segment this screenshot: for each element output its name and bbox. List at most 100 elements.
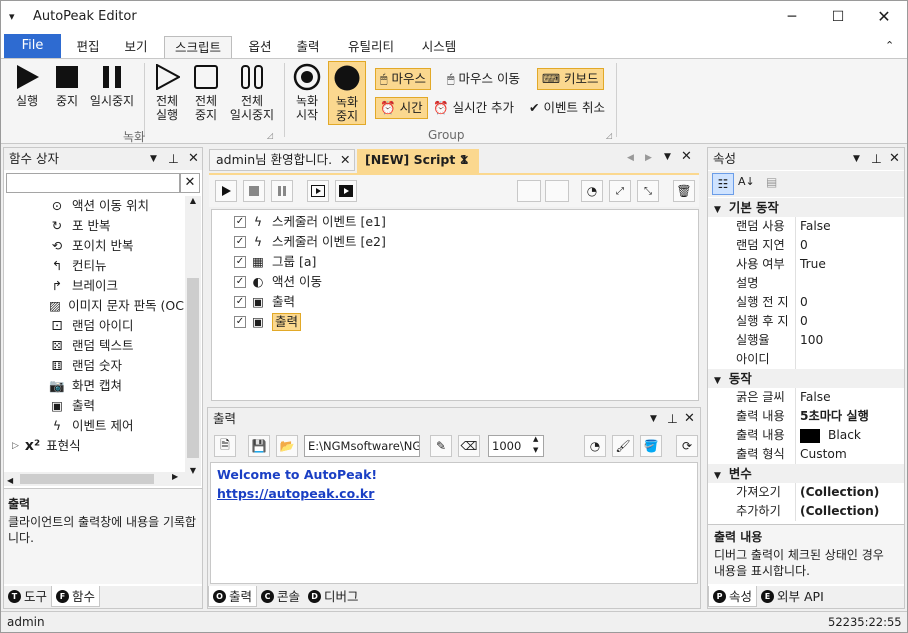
tab-file[interactable]: File bbox=[4, 34, 61, 59]
run-from-icon[interactable] bbox=[335, 180, 357, 202]
record-stop-button[interactable]: 녹화 중지 bbox=[328, 61, 366, 125]
dropdown-icon[interactable]: ▼ bbox=[664, 152, 671, 162]
property-row[interactable]: 출력 내용 5초마다 실행 bbox=[708, 407, 904, 426]
pause-all-button[interactable]: 전체 일시중지 bbox=[227, 63, 277, 122]
collapse-ribbon-icon[interactable]: ⌃ bbox=[885, 39, 894, 52]
line-limit-stepper[interactable]: 1000 ▲ ▼ bbox=[488, 435, 544, 457]
dropdown-icon[interactable]: ▼ bbox=[853, 148, 860, 170]
close-icon[interactable]: ✕ bbox=[188, 148, 199, 170]
tab-utility[interactable]: 유틸리티 bbox=[335, 36, 407, 59]
property-category[interactable]: ▼ 동작 bbox=[708, 369, 904, 388]
output-path-field[interactable]: E:\NGMsoftware\NG bbox=[304, 435, 420, 457]
run-all-button[interactable]: 전체 실행 bbox=[149, 63, 185, 122]
event-cancel-toggle[interactable]: ✔ 이벤트 취소 bbox=[525, 97, 609, 119]
time-toggle[interactable]: ⏰ 시간 bbox=[375, 97, 428, 119]
tab-functions[interactable]: F 함수 bbox=[51, 586, 101, 607]
property-category[interactable]: ▼ 변수 bbox=[708, 464, 904, 483]
property-row[interactable]: 실행 후 지0 bbox=[708, 312, 904, 331]
folder-icon[interactable]: 📂 bbox=[276, 435, 298, 457]
function-search-input[interactable] bbox=[6, 173, 180, 193]
doc-tab-script[interactable]: [NEW] Script 1 ✕ bbox=[357, 149, 479, 173]
property-category[interactable]: ▼ 기본 동작 bbox=[708, 198, 904, 217]
clock-icon[interactable]: ◔ bbox=[584, 435, 606, 457]
eraser-icon[interactable]: ⌫ bbox=[458, 435, 480, 457]
function-item[interactable]: ↻ 포 반복 bbox=[4, 216, 184, 236]
stop-all-button[interactable]: 전체 중지 bbox=[188, 63, 224, 122]
doc-tab-welcome[interactable]: admin님 환영합니다. ✕ bbox=[209, 149, 355, 171]
scrollbar-thumb[interactable] bbox=[187, 278, 199, 458]
tab-output[interactable]: O 출력 bbox=[208, 586, 258, 607]
function-item[interactable]: ⚅ 랜덤 숫자 bbox=[4, 356, 184, 376]
function-item[interactable]: ϟ 이벤트 제어 bbox=[4, 416, 184, 436]
pin-icon[interactable]: ⊥ bbox=[168, 148, 179, 170]
tab-script[interactable]: 스크립트 bbox=[164, 36, 232, 59]
property-row[interactable]: 아이디 bbox=[708, 350, 904, 369]
property-row[interactable]: 실행율 100 bbox=[708, 331, 904, 350]
dropdown-icon[interactable]: ▼ bbox=[650, 408, 657, 430]
node-checkbox[interactable]: ✓ bbox=[234, 316, 246, 328]
blank-tool-button[interactable] bbox=[545, 180, 569, 202]
clear-brush-icon[interactable]: ✎ bbox=[430, 435, 452, 457]
dropdown-icon[interactable]: ▼ bbox=[150, 148, 157, 170]
property-row[interactable]: 사용 여부 True bbox=[708, 255, 904, 274]
function-item[interactable]: ↰ 컨티뉴 bbox=[4, 256, 184, 276]
pin-icon[interactable]: ⊥ bbox=[871, 148, 882, 170]
caret-down-icon[interactable]: ▾ bbox=[9, 9, 23, 25]
record-start-button[interactable]: 녹화 시작 bbox=[289, 63, 325, 122]
expand-arrow-icon[interactable]: ▷ bbox=[12, 436, 19, 456]
tab-system[interactable]: 시스템 bbox=[410, 36, 468, 59]
tab-edit[interactable]: 편집 bbox=[65, 36, 111, 59]
stop-button[interactable]: 중지 bbox=[49, 63, 85, 108]
play-icon[interactable] bbox=[215, 180, 237, 202]
property-pages-icon[interactable]: ▤ bbox=[766, 175, 777, 189]
scroll-left-icon[interactable]: ◀ bbox=[627, 153, 634, 163]
node-checkbox[interactable]: ✓ bbox=[234, 296, 246, 308]
close-tab-icon[interactable]: ✕ bbox=[340, 150, 350, 170]
function-item[interactable]: ↱ 브레이크 bbox=[4, 276, 184, 296]
property-row[interactable]: 출력 형식 Custom bbox=[708, 445, 904, 464]
website-link[interactable]: https://autopeak.co.kr bbox=[217, 484, 691, 503]
save-icon[interactable]: 💾 bbox=[248, 435, 270, 457]
brush-icon[interactable]: 🖌 bbox=[612, 435, 634, 457]
spin-icon[interactable]: ▲ ▼ bbox=[533, 434, 538, 456]
add-document-icon[interactable]: 🗎 bbox=[214, 435, 236, 457]
vertical-scrollbar[interactable]: ▲ ▼ bbox=[185, 196, 201, 486]
tab-view[interactable]: 보기 bbox=[113, 36, 159, 59]
tab-console[interactable]: C 콘솔 bbox=[257, 586, 304, 607]
alphabetical-icon[interactable]: A↓ bbox=[738, 175, 755, 188]
clock-icon[interactable]: ◔ bbox=[581, 180, 603, 202]
tab-options[interactable]: 옵션 bbox=[237, 36, 283, 59]
script-node[interactable]: ✓ ▦ 그룹 [a] bbox=[234, 252, 316, 272]
collapse-icon[interactable]: ⤡ bbox=[637, 180, 659, 202]
dialog-launcher-icon[interactable]: ◿ bbox=[267, 131, 273, 140]
close-icon[interactable]: ✕ bbox=[681, 149, 692, 164]
delete-icon[interactable]: 🗑 bbox=[673, 180, 695, 202]
collapse-arrow-icon[interactable]: ▼ bbox=[714, 471, 721, 481]
tab-tools[interactable]: T 도구 bbox=[4, 586, 51, 607]
script-node[interactable]: ✓ ϟ 스케줄러 이벤트 [e2] bbox=[234, 232, 386, 252]
function-item[interactable]: ▨ 이미지 문자 판독 (OC bbox=[4, 296, 184, 316]
mouse-move-toggle[interactable]: 🖱 마우스 이동 bbox=[443, 68, 524, 90]
node-checkbox[interactable]: ✓ bbox=[234, 256, 246, 268]
realtime-add-toggle[interactable]: ⏰ 실시간 추가 bbox=[429, 97, 518, 119]
step-run-icon[interactable] bbox=[307, 180, 329, 202]
function-item[interactable]: ▣ 출력 bbox=[4, 396, 184, 416]
script-node[interactable]: ✓ ▣ 출력 bbox=[234, 292, 295, 312]
property-row[interactable]: 랜덤 지연 0 bbox=[708, 236, 904, 255]
keyboard-toggle[interactable]: ⌨ 키보드 bbox=[537, 68, 604, 90]
close-icon[interactable]: ✕ bbox=[684, 408, 695, 430]
pause-button[interactable]: 일시중지 bbox=[87, 63, 137, 108]
property-row[interactable]: 추가하기 (Collection) bbox=[708, 502, 904, 521]
tab-properties[interactable]: P 속성 bbox=[708, 586, 758, 607]
scroll-right-icon[interactable]: ▶ bbox=[645, 153, 652, 163]
property-row[interactable]: 가져오기 (Collection) bbox=[708, 483, 904, 502]
horizontal-scrollbar[interactable]: ◀ ▶ bbox=[4, 472, 185, 486]
script-node[interactable]: ✓ ◐ 액션 이동 bbox=[234, 272, 322, 292]
stop-icon[interactable] bbox=[243, 180, 265, 202]
function-item[interactable]: ⟲ 포이치 반복 bbox=[4, 236, 184, 256]
output-text-area[interactable]: Welcome to AutoPeak! https://autopeak.co… bbox=[210, 462, 698, 584]
expand-icon[interactable]: ⤢ bbox=[609, 180, 631, 202]
function-category-expression[interactable]: ▷ x² 표현식 bbox=[4, 436, 81, 456]
close-icon[interactable]: ✕ bbox=[889, 148, 900, 170]
property-row[interactable]: 설명 bbox=[708, 274, 904, 293]
